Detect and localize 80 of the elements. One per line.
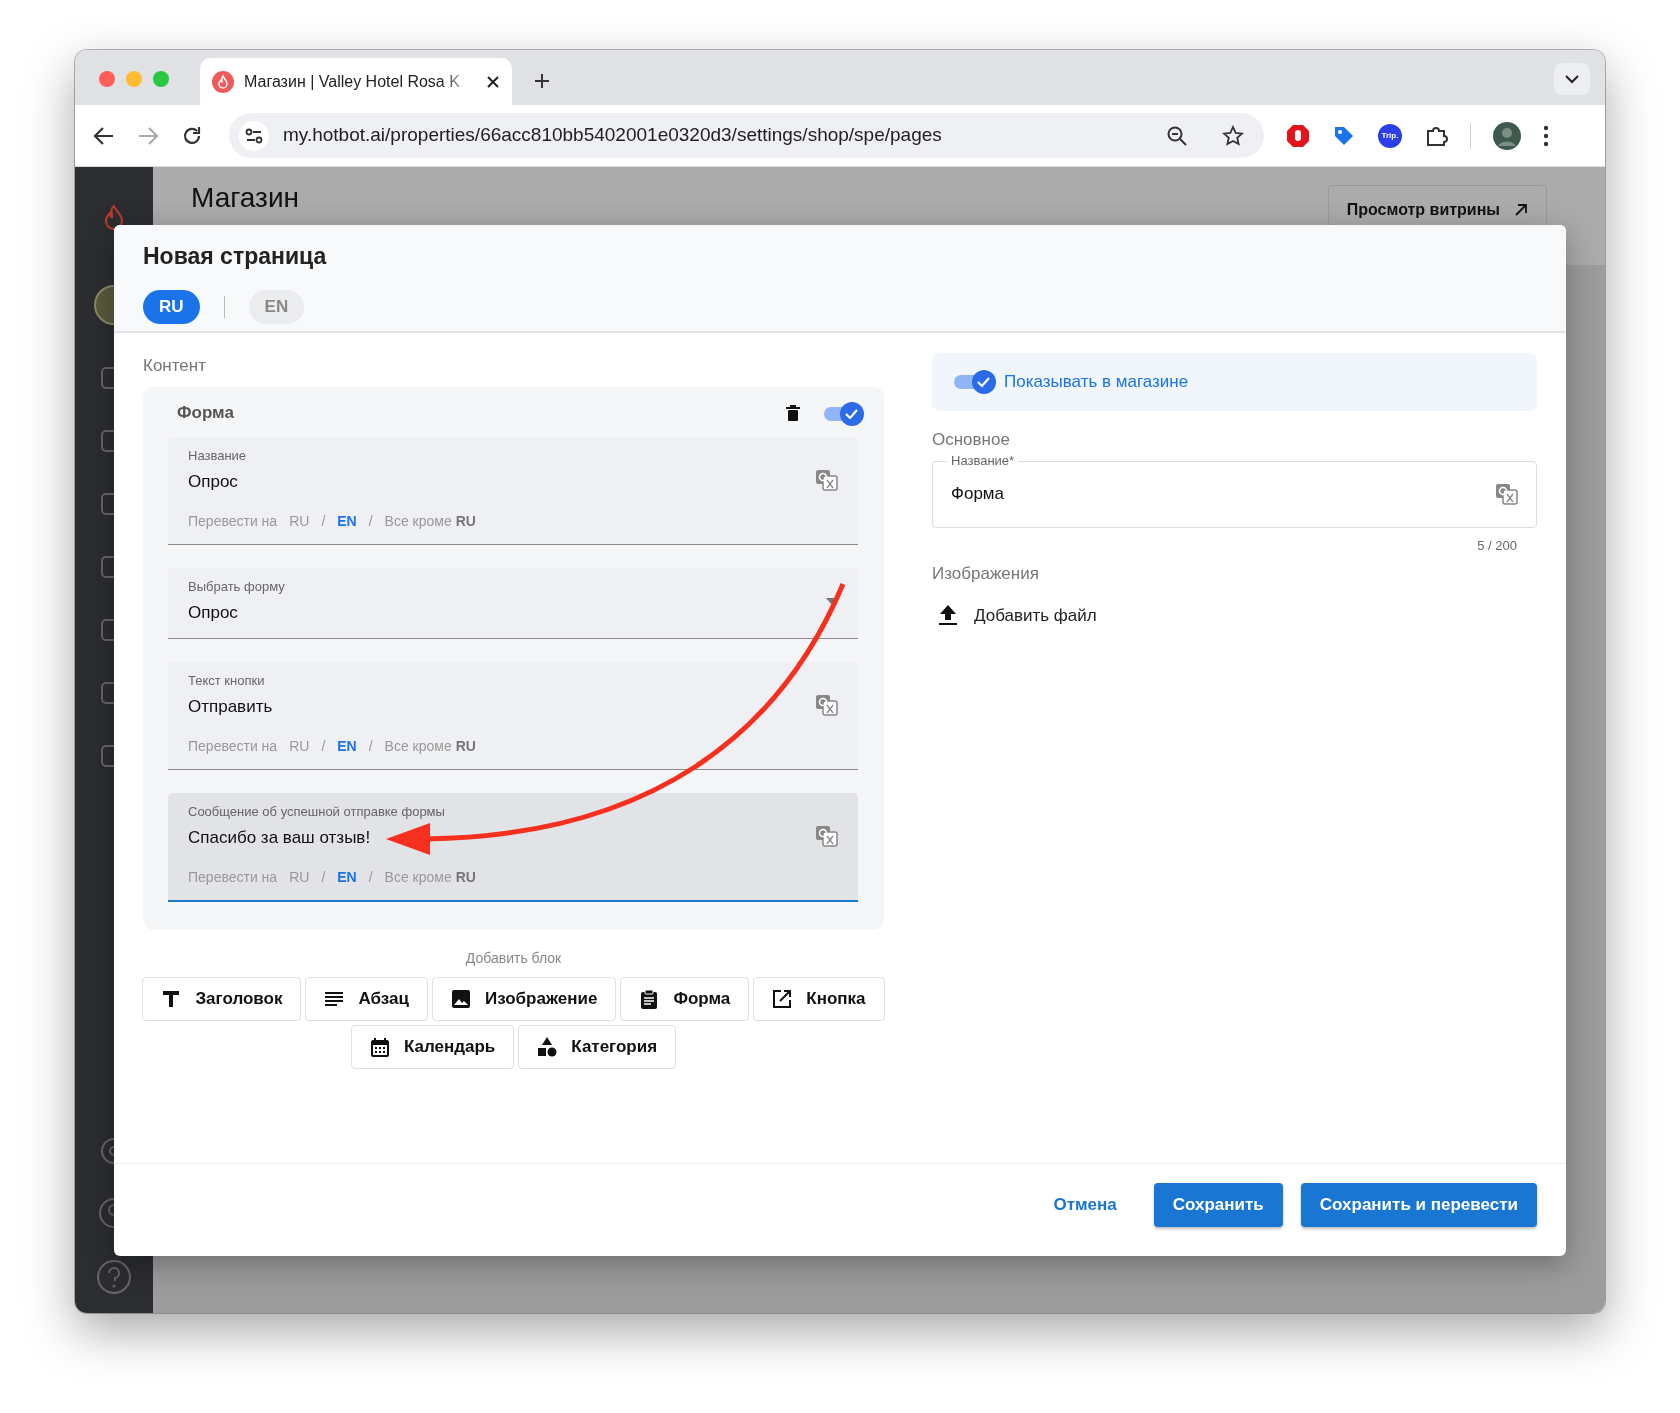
help-icon[interactable] [96,1259,132,1295]
plus-icon[interactable] [534,73,550,89]
toggle-switch[interactable] [952,368,998,396]
title-icon [161,988,182,1009]
toggle-label: Показывать в магазине [1004,371,1189,394]
translate-all-link[interactable]: Все кроме RU [384,735,476,757]
field-label: Сообщение об успешной отправке формы [188,802,445,821]
image-icon [450,988,471,1009]
flame-icon [212,70,234,93]
page-title: Магазин [191,181,299,215]
select-field[interactable]: Выбрать форму Опрос [168,567,858,639]
field-value: Отправить [188,696,273,718]
text-field[interactable]: Сообщение об успешной отправке формы Спасибо за ваш отзыв! Перевести на RU / EN / Все кроме RU [168,792,858,902]
arrow-up-right-icon [1514,203,1528,217]
upload-icon [938,604,958,627]
save-button[interactable]: Сохранить [1153,1183,1283,1227]
trash-icon[interactable] [786,404,800,421]
text-field[interactable]: Название Опрос Перевести на RU / EN / Все кроме RU [168,436,858,545]
translate-label: Перевести на [188,736,278,756]
site-settings-icon[interactable] [239,120,269,151]
browser-tab[interactable]: Магазин | Valley Hotel Rosa K [200,58,512,105]
add-block-button[interactable]: Категория [518,1024,677,1069]
separator-text: / [368,736,373,756]
star-icon[interactable] [1222,124,1244,147]
menu-icon[interactable] [1543,124,1549,147]
section-label: Основное [932,429,1011,451]
field-value: Форма [951,483,1005,506]
clipboard-icon [639,988,660,1009]
translate-label: Перевести на [188,511,278,531]
cancel-button[interactable]: Отмена [1034,1183,1136,1227]
language-link[interactable]: EN [337,510,357,532]
translate-icon[interactable] [1495,483,1518,505]
save-button[interactable]: Сохранить и перевести [1300,1183,1537,1227]
field-label: Выбрать форму [188,577,285,596]
add-block-button[interactable]: Кнопка [753,976,885,1021]
add-block-button[interactable]: Изображение [431,976,617,1021]
external-link-icon [772,988,793,1009]
add-block-button[interactable]: Форма [620,976,750,1021]
separator-text: / [321,736,326,756]
tab-title: Магазин | Valley Hotel Rosa K [244,71,461,92]
field-value: Спасибо за ваш отзыв! [188,827,371,849]
add-block-button[interactable]: Абзац [305,976,428,1021]
separator-text: / [321,867,326,887]
text-field[interactable]: Текст кнопки Отправить Перевести на RU / EN / Все кроме RU [168,661,858,770]
avatar-icon[interactable] [1493,121,1521,150]
extension-badge[interactable]: Trip. [1378,123,1402,148]
translate-icon[interactable] [815,693,838,716]
add-block-button[interactable]: Заголовок [142,976,302,1021]
address-bar[interactable]: my.hotbot.ai/properties/66acc810bb5402001e0320d3/settings/shop/spe/pages [229,113,1264,158]
separator-text: / [368,867,373,887]
translate-icon[interactable] [815,468,838,491]
section-label: Контент [143,355,207,377]
block-title: Форма [176,401,235,424]
separator-text: / [368,511,373,531]
chevron-down-icon[interactable] [1554,63,1590,95]
reload-icon[interactable] [181,124,203,147]
translate-icon[interactable] [815,824,838,847]
language-link[interactable]: EN [337,735,357,757]
field-label: Текст кнопки [188,671,265,690]
dialog-title: Новая страница [143,242,328,271]
shapes-icon [537,1036,558,1057]
calendar-icon [369,1036,390,1057]
separator-text: / [321,511,326,531]
url-text: my.hotbot.ai/properties/66acc810bb5402001e0320d3/settings/shop/spe/pages [283,123,943,148]
language-link[interactable]: EN [337,866,357,888]
back-icon[interactable] [93,124,115,147]
close-icon[interactable] [486,74,500,89]
translate-all-link[interactable]: Все кроме RU [384,510,476,532]
translate-label: Перевести на [188,867,278,887]
section-label: Изображения [932,563,1040,585]
field-value: Опрос [188,471,238,493]
zoom-out-icon[interactable] [1166,124,1188,147]
character-counter: 5 / 200 [1477,536,1517,555]
field-value: Опрос [188,602,238,624]
add-block-label: Добавить блок [464,948,563,968]
field-label: Название [188,446,247,465]
add-block-button[interactable]: Календарь [350,1024,515,1069]
add-file-button[interactable]: Добавить файл [938,602,1537,628]
stop-hand-icon[interactable] [1286,123,1310,148]
language-tab[interactable]: RU [143,289,200,324]
